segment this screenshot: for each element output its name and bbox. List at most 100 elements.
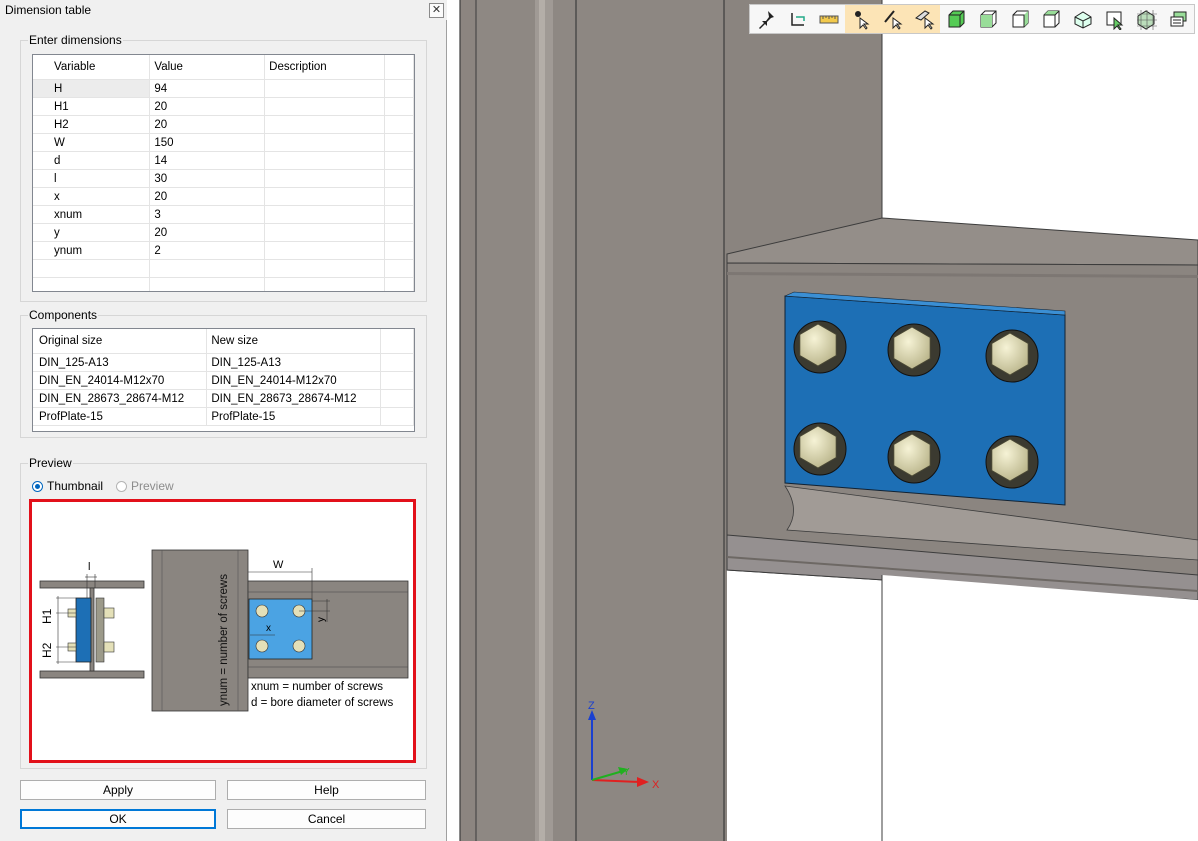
column-header-variable[interactable]: Variable [33, 55, 151, 80]
component-original-size-cell[interactable]: DIN_EN_24014-M12x70 [33, 371, 208, 390]
apply-button[interactable]: Apply [20, 780, 216, 800]
dimension-variable-cell[interactable]: xnum [33, 205, 151, 224]
dimensions-grid[interactable]: Variable Value Description H 94 H1 20 H2 20 W 1… [32, 54, 415, 292]
toolbar-button-box-select[interactable] [1099, 5, 1131, 33]
dimension-value-cell[interactable]: 94 [149, 79, 266, 98]
dimension-value-cell[interactable]: 20 [149, 187, 266, 206]
dimension-row[interactable]: ynum 2 [33, 241, 414, 260]
toolbar-button-select-edge[interactable] [876, 5, 909, 33]
column-header-new-size[interactable]: New size [206, 329, 382, 354]
empty-row [33, 259, 414, 278]
dimension-value-cell[interactable]: 30 [149, 169, 266, 188]
3d-scene[interactable]: Z X Y [447, 0, 1198, 841]
dimension-value-cell[interactable]: 20 [149, 223, 266, 242]
thumbnail-radio[interactable]: Thumbnail [32, 479, 103, 493]
dimension-value-cell[interactable]: 2 [149, 241, 266, 260]
dimension-value-cell[interactable]: 14 [149, 151, 266, 170]
component-new-size-cell[interactable]: DIN_EN_24014-M12x70 [206, 371, 382, 390]
beam-elevation-drawing [247, 568, 409, 679]
toolbar-button-ruler[interactable] [813, 5, 845, 33]
dimension-variable-cell[interactable]: H2 [33, 115, 151, 134]
dimension-table-dialog: Dimension table ✕ Enter dimensions Varia… [0, 0, 447, 841]
dimension-row[interactable]: xnum 3 [33, 205, 414, 224]
dimension-variable-cell[interactable]: x [33, 187, 151, 206]
toolbar-button-box-wire[interactable] [972, 5, 1004, 33]
dimension-row[interactable]: H 94 [33, 79, 414, 98]
component-original-size-cell[interactable]: DIN_EN_28673_28674-M12 [33, 389, 208, 408]
column-header-value[interactable]: Value [149, 55, 266, 80]
dimension-description-cell[interactable] [264, 151, 386, 170]
component-row[interactable]: DIN_EN_28673_28674-M12 DIN_EN_28673_28674… [33, 389, 414, 408]
toolbar-button-box-side[interactable] [1035, 5, 1067, 33]
dimension-description-cell[interactable] [264, 205, 386, 224]
row-filler-cell [384, 169, 414, 188]
preview-legend: Preview [28, 456, 73, 470]
dimension-description-cell[interactable] [264, 169, 386, 188]
dimension-description-cell[interactable] [264, 79, 386, 98]
dimension-variable-cell[interactable]: W [33, 133, 151, 152]
dimension-value-cell[interactable]: 3 [149, 205, 266, 224]
ok-button[interactable]: OK [20, 809, 216, 829]
dimension-row[interactable]: H1 20 [33, 97, 414, 116]
close-button[interactable]: ✕ [429, 3, 444, 18]
preview-radio[interactable]: Preview [116, 479, 174, 493]
toolbar-button-rotate-view[interactable] [782, 5, 814, 33]
dimension-row[interactable]: l 30 [33, 169, 414, 188]
toolbar-button-select-face[interactable] [908, 5, 941, 33]
dimension-description-cell[interactable] [264, 223, 386, 242]
toolbar-button-box-grid[interactable] [1131, 5, 1163, 33]
toolbar-button-pin[interactable] [750, 5, 782, 33]
dimension-variable-cell[interactable]: d [33, 151, 151, 170]
component-new-size-cell[interactable]: DIN_125-A13 [206, 353, 382, 372]
dimension-label-w: W [273, 559, 284, 571]
dimension-row[interactable]: W 150 [33, 133, 414, 152]
component-row[interactable]: DIN_125-A13 DIN_125-A13 [33, 353, 414, 372]
axis-label-y: Y [623, 767, 630, 778]
column-header-description[interactable]: Description [264, 55, 386, 80]
toolbar-button-box-shaded[interactable] [1067, 5, 1099, 33]
row-filler-cell [380, 407, 414, 426]
component-new-size-cell[interactable]: ProfPlate-15 [206, 407, 382, 426]
cancel-button[interactable]: Cancel [227, 809, 426, 829]
dimension-variable-cell[interactable]: ynum [33, 241, 151, 260]
toolbar-button-box-solid[interactable] [940, 5, 972, 33]
dimension-row[interactable]: x 20 [33, 187, 414, 206]
empty-row [33, 277, 414, 291]
dimension-description-cell[interactable] [264, 241, 386, 260]
dimension-label-y: y [316, 617, 327, 622]
component-row[interactable]: ProfPlate-15 ProfPlate-15 [33, 407, 414, 426]
dimension-value-cell[interactable]: 20 [149, 115, 266, 134]
dimension-row[interactable]: y 20 [33, 223, 414, 242]
toolbar-button-layers[interactable] [1162, 5, 1194, 33]
axis-label-x: X [652, 779, 660, 791]
dimension-variable-cell[interactable]: y [33, 223, 151, 242]
dimension-row[interactable]: H2 20 [33, 115, 414, 134]
dimension-row[interactable]: d 14 [33, 151, 414, 170]
dimension-description-cell[interactable] [264, 97, 386, 116]
component-original-size-cell[interactable]: DIN_125-A13 [33, 353, 208, 372]
thumbnail-preview: l H1 H2 ynum = number of screws W x y xn… [29, 499, 416, 763]
radio-unchecked-indicator [116, 480, 127, 492]
bolt-head [793, 422, 847, 476]
component-row[interactable]: DIN_EN_24014-M12x70 DIN_EN_24014-M12x70 [33, 371, 414, 390]
dimension-variable-cell[interactable]: H [33, 79, 151, 98]
toolbar-button-select-point[interactable] [845, 5, 877, 33]
pin-icon [758, 11, 774, 29]
component-new-size-cell[interactable]: DIN_EN_28673_28674-M12 [206, 389, 382, 408]
dimension-variable-cell[interactable]: l [33, 169, 151, 188]
component-original-size-cell[interactable]: ProfPlate-15 [33, 407, 208, 426]
box-wire-icon [980, 10, 997, 28]
dimension-description-cell[interactable] [264, 133, 386, 152]
dimension-description-cell[interactable] [264, 187, 386, 206]
dimension-description-cell[interactable] [264, 115, 386, 134]
empty-cell [33, 259, 151, 278]
help-button[interactable]: Help [227, 780, 426, 800]
dimension-value-cell[interactable]: 150 [149, 133, 266, 152]
dimension-variable-cell[interactable]: H1 [33, 97, 151, 116]
toolbar-button-box-front[interactable] [1004, 5, 1036, 33]
3d-viewport[interactable]: Z X Y [447, 0, 1198, 841]
components-grid[interactable]: Original size New size DIN_125-A13 DIN_12… [32, 328, 415, 432]
column-header-original-size[interactable]: Original size [33, 329, 208, 354]
empty-cell [264, 259, 386, 278]
dimension-value-cell[interactable]: 20 [149, 97, 266, 116]
